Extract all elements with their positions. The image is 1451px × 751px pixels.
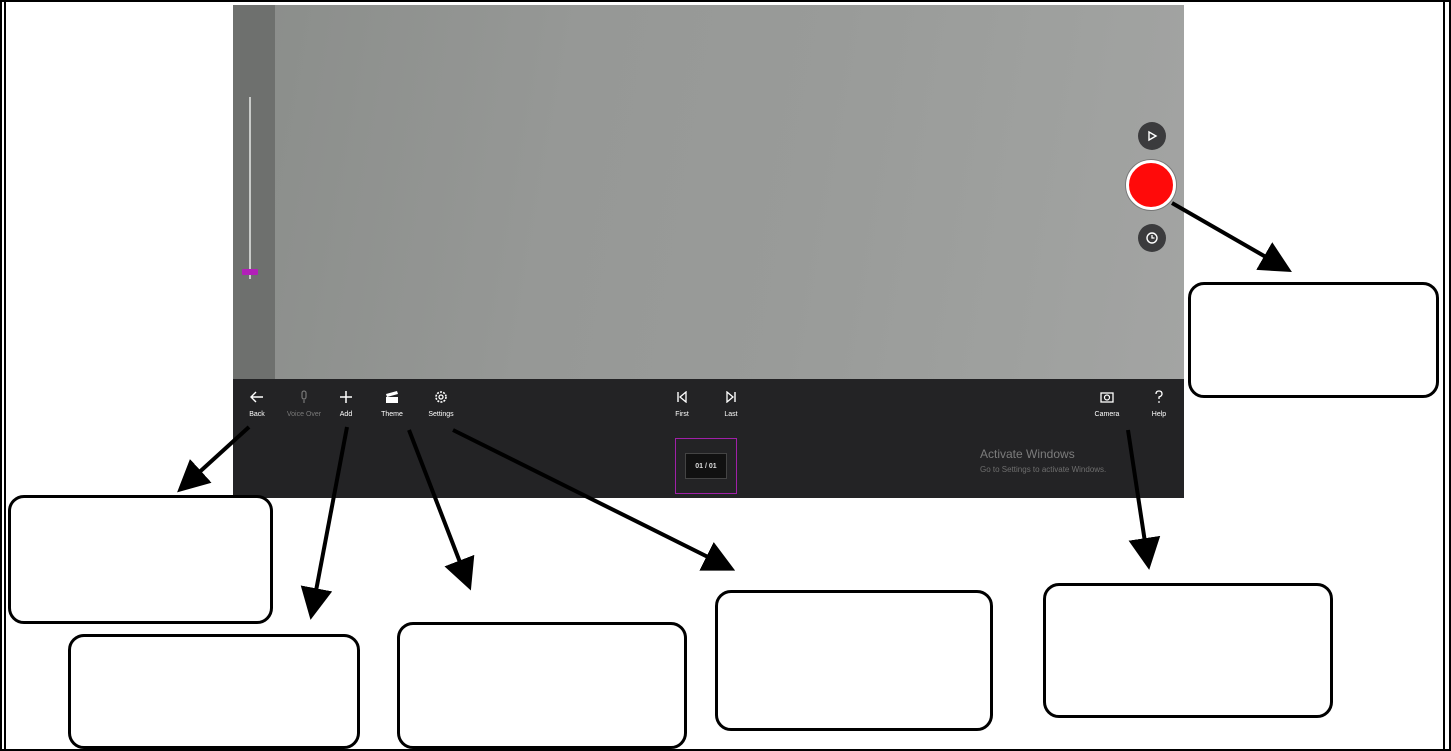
- camera-label: Camera: [1094, 411, 1120, 418]
- theme-button[interactable]: Theme: [366, 385, 418, 427]
- activate-windows-title: Activate Windows: [980, 447, 1075, 461]
- zoom-panel: [233, 5, 275, 379]
- callout-theme: [397, 622, 687, 749]
- frame-counter: 01 / 01: [685, 453, 727, 479]
- help-button[interactable]: Help: [1133, 385, 1184, 427]
- microphone-icon: [301, 390, 307, 403]
- help-label: Help: [1151, 411, 1167, 418]
- help-icon: [1155, 390, 1163, 403]
- last-frame-button[interactable]: Last: [705, 385, 757, 427]
- stop-motion-app-window: Back Voice Over Add Theme Settings First…: [233, 5, 1184, 498]
- arrow-record: [1171, 201, 1292, 272]
- camera-viewport: [233, 5, 1184, 379]
- add-label: Add: [339, 411, 353, 418]
- callout-settings: [715, 590, 993, 731]
- zoom-slider-thumb[interactable]: [242, 269, 258, 275]
- back-button[interactable]: Back: [233, 385, 283, 427]
- callout-back: [8, 495, 273, 624]
- skip-first-icon: [677, 391, 687, 403]
- play-button[interactable]: [1138, 122, 1166, 150]
- camera-icon: [1100, 392, 1114, 403]
- add-button[interactable]: Add: [320, 385, 372, 427]
- first-frame-button[interactable]: First: [656, 385, 708, 427]
- frame-thumbnail[interactable]: 01 / 01: [675, 438, 737, 494]
- skip-last-icon: [726, 391, 736, 403]
- timer-icon: [1146, 232, 1158, 244]
- record-button[interactable]: [1126, 160, 1176, 210]
- page-edge-right: [1443, 0, 1445, 751]
- zoom-slider-track[interactable]: [249, 97, 251, 279]
- timer-button[interactable]: [1138, 224, 1166, 252]
- activate-windows-subtitle: Go to Settings to activate Windows.: [980, 465, 1107, 474]
- callout-camera: [1043, 583, 1333, 718]
- last-label: Last: [724, 411, 738, 418]
- plus-icon: [340, 391, 352, 403]
- callout-add: [68, 634, 360, 749]
- back-label: Back: [249, 411, 265, 418]
- first-label: First: [675, 411, 689, 418]
- settings-button[interactable]: Settings: [415, 385, 467, 427]
- callout-record: [1188, 282, 1439, 398]
- theme-label: Theme: [381, 411, 403, 418]
- clapper-icon: [386, 391, 398, 403]
- play-icon: [1148, 130, 1158, 142]
- voice-over-label: Voice Over: [286, 411, 322, 418]
- camera-button[interactable]: Camera: [1081, 385, 1133, 427]
- back-arrow-icon: [250, 391, 263, 403]
- page-edge-left: [4, 0, 6, 751]
- gear-icon: [435, 391, 447, 403]
- settings-label: Settings: [428, 411, 454, 418]
